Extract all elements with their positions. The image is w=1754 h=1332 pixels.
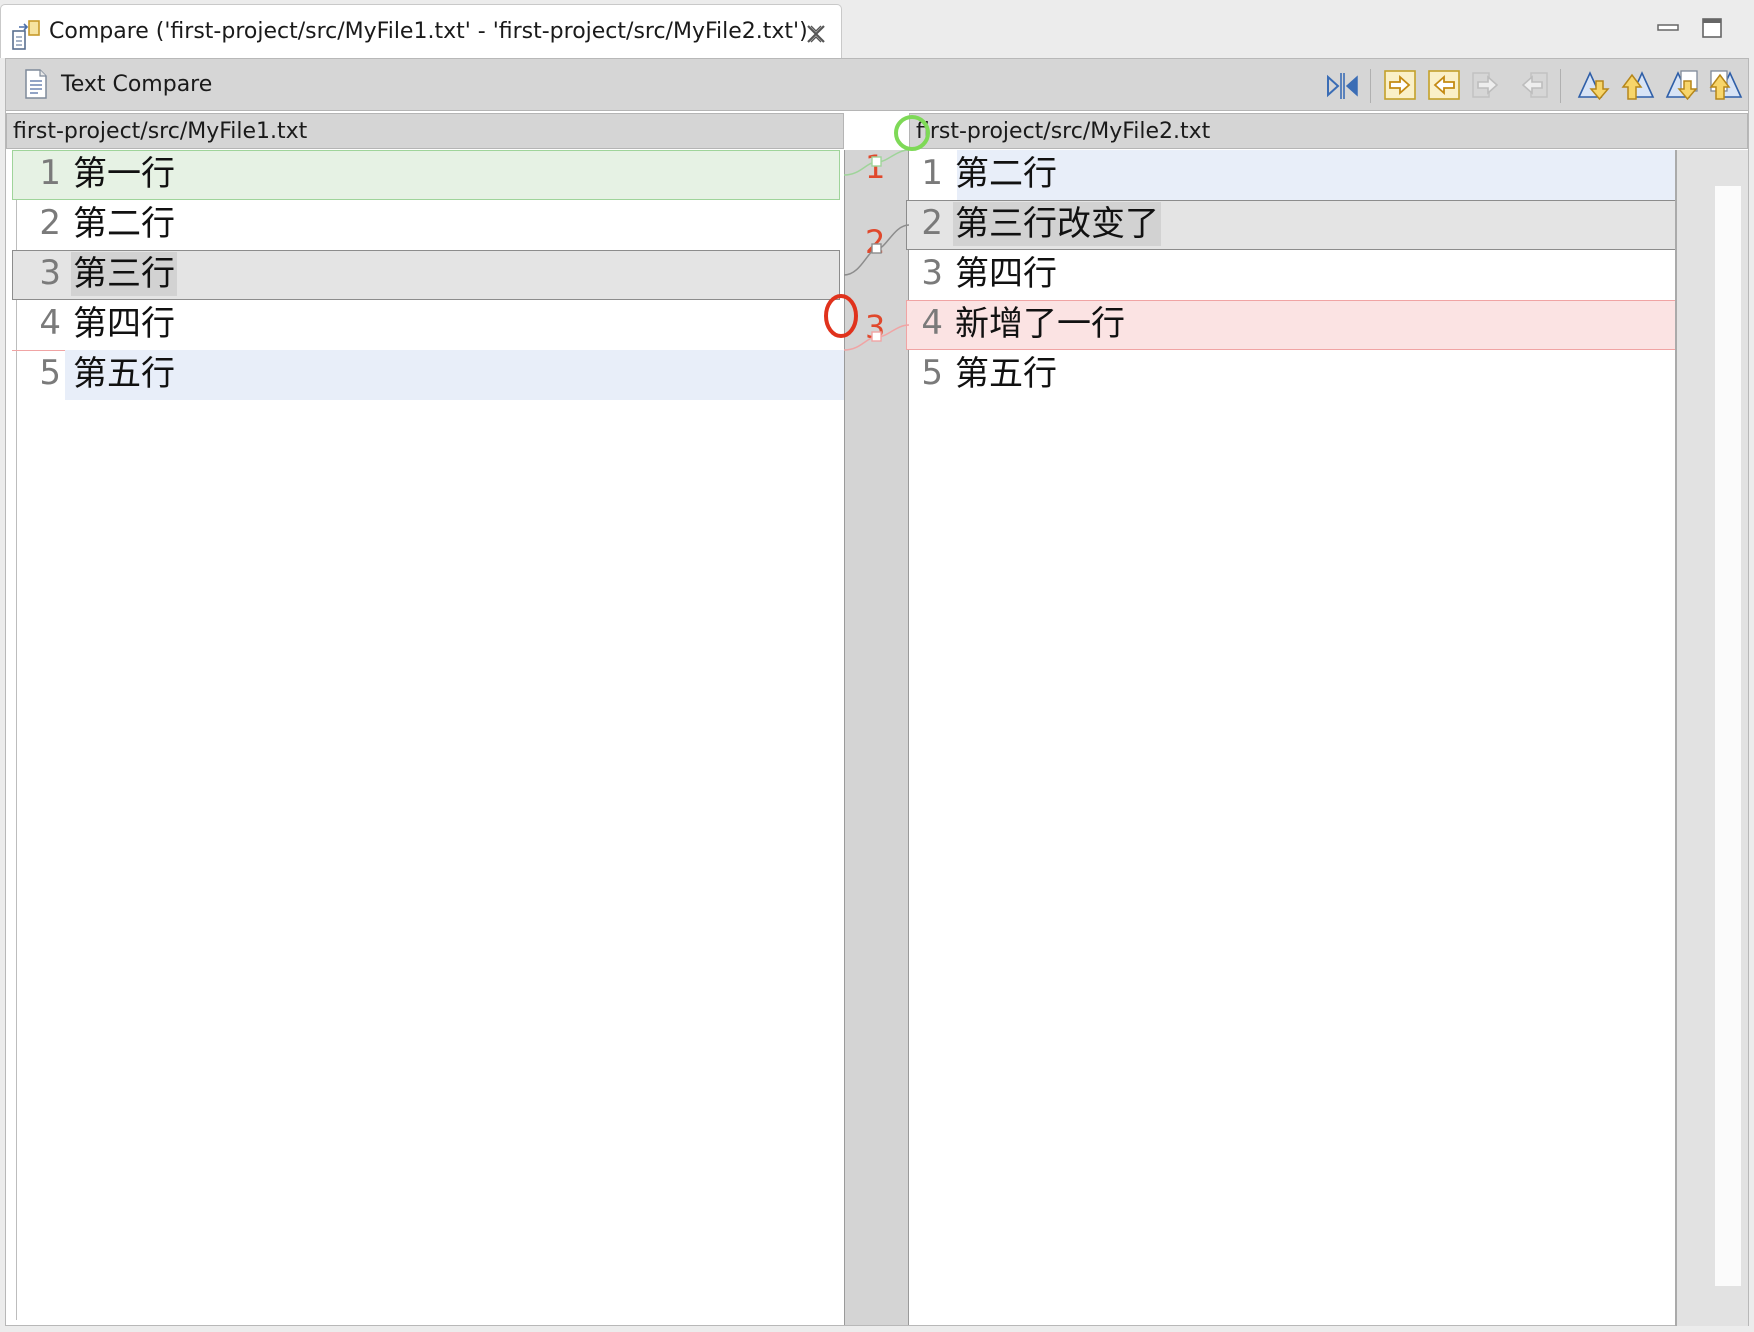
next-difference-icon[interactable]	[1576, 67, 1612, 103]
line-text: 第二行	[73, 204, 175, 244]
line-number: 2	[921, 203, 943, 243]
line-text: 第二行	[955, 154, 1057, 194]
line-text: 第五行	[73, 354, 175, 394]
right-text-pane[interactable]: 1 第二行 2 第三行改变了 3 第四行 4 新增了一行 5 第五行	[906, 150, 1678, 1320]
left-line: 4 第四行	[17, 300, 845, 350]
line-text: 第五行	[955, 354, 1057, 394]
previous-difference-icon[interactable]	[1620, 67, 1656, 103]
line-number: 1	[921, 153, 943, 193]
text-document-icon	[25, 69, 47, 99]
copy-all-right-to-left-icon[interactable]	[1426, 67, 1462, 103]
compare-editor-tab[interactable]: Compare ('first-project/src/MyFile1.txt'…	[0, 4, 842, 58]
line-number: 2	[39, 203, 61, 243]
annotation-label-1: 1	[865, 148, 886, 186]
right-line: 5 第五行	[909, 350, 1675, 400]
copy-current-left-to-right-icon[interactable]	[1470, 67, 1506, 103]
tab-title: Compare ('first-project/src/MyFile1.txt'…	[49, 19, 808, 44]
minimize-icon[interactable]	[1656, 16, 1680, 40]
line-text: 第三行改变了	[953, 202, 1161, 246]
compare-toolbar: Text Compare	[6, 59, 1748, 111]
line-text: 新增了一行	[955, 304, 1125, 344]
left-file-header: first-project/src/MyFile1.txt	[6, 113, 844, 149]
line-number: 4	[39, 303, 61, 343]
line-number: 3	[921, 253, 943, 293]
line-text: 第一行	[73, 154, 175, 194]
diff-center-gutter[interactable]: 1 2 3	[844, 148, 909, 1325]
toolbar-separator	[1560, 69, 1561, 103]
pane-divider	[1675, 150, 1677, 1326]
next-change-icon[interactable]	[1664, 67, 1700, 103]
left-line: 1 第一行	[17, 150, 845, 200]
line-number: 5	[921, 353, 943, 393]
right-line: 3 第四行	[909, 250, 1675, 300]
annotation-label-2: 2	[865, 223, 886, 261]
left-line: 2 第二行	[17, 200, 845, 250]
compare-icon	[12, 20, 40, 50]
swap-sides-icon[interactable]	[1324, 67, 1360, 103]
annotation-label-3: 3	[865, 308, 886, 346]
line-number: 1	[39, 153, 61, 193]
toolbar-separator	[1370, 69, 1371, 103]
right-line: 2 第三行改变了	[909, 200, 1675, 250]
line-text: 第四行	[955, 254, 1057, 294]
line-number: 3	[39, 253, 61, 293]
right-line: 1 第二行	[909, 150, 1675, 200]
line-text: 第四行	[73, 304, 175, 344]
line-text: 第三行	[71, 252, 177, 296]
left-text-pane[interactable]: 1 第一行 2 第二行 3 第三行 4 第四行 5 第五行	[12, 150, 845, 1320]
vertical-scrollbar[interactable]	[1715, 186, 1741, 1286]
line-number: 4	[921, 303, 943, 343]
left-line: 3 第三行	[17, 250, 845, 300]
left-line: 5 第五行	[17, 350, 845, 400]
toolbar-title: Text Compare	[61, 72, 213, 97]
previous-change-icon[interactable]	[1708, 67, 1744, 103]
maximize-icon[interactable]	[1700, 16, 1724, 40]
compare-editor: Text Compare first-project/src/MyFile1.t…	[5, 58, 1749, 1326]
close-tab-icon[interactable]	[804, 22, 828, 46]
editor-tab-bar: Compare ('first-project/src/MyFile1.txt'…	[0, 0, 1754, 58]
line-number: 5	[39, 353, 61, 393]
right-line: 4 新增了一行	[909, 300, 1675, 350]
right-file-header: first-project/src/MyFile2.txt	[909, 113, 1748, 149]
copy-current-right-to-left-icon[interactable]	[1514, 67, 1550, 103]
copy-all-left-to-right-icon[interactable]	[1382, 67, 1418, 103]
